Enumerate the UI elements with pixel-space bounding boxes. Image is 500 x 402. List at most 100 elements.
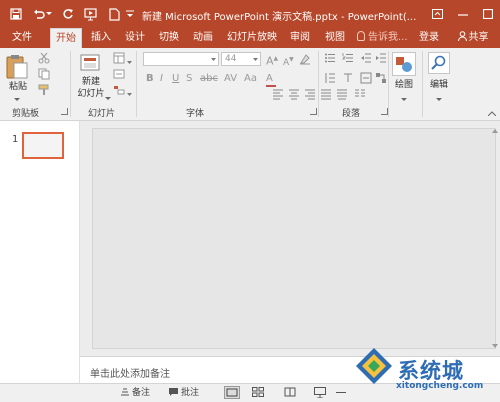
slide-canvas[interactable] bbox=[92, 128, 496, 349]
shadow-icon[interactable]: S bbox=[186, 73, 192, 85]
reading-view-icon[interactable] bbox=[284, 387, 296, 400]
tab-animations[interactable]: 动画 bbox=[188, 28, 218, 48]
reset-icon[interactable] bbox=[113, 68, 125, 80]
editing-button[interactable]: 编辑 bbox=[424, 80, 454, 91]
tell-me-search[interactable]: 告诉我... bbox=[357, 28, 408, 48]
tab-review[interactable]: 审阅 bbox=[285, 28, 315, 48]
undo-dropdown-icon[interactable] bbox=[44, 0, 54, 28]
login-button[interactable]: 登录 bbox=[414, 28, 444, 48]
copy-icon[interactable] bbox=[38, 68, 50, 80]
align-right-icon[interactable] bbox=[304, 88, 316, 100]
align-left-icon[interactable] bbox=[272, 88, 284, 100]
zoom-out-icon[interactable] bbox=[336, 392, 346, 393]
slide-thumbnail[interactable] bbox=[22, 132, 64, 159]
tab-home[interactable]: 开始 bbox=[50, 28, 82, 48]
clipboard-group-label: 剪贴板 bbox=[12, 109, 40, 119]
customize-icon[interactable] bbox=[124, 0, 136, 28]
section-icon[interactable] bbox=[113, 84, 125, 96]
window-title: 新建 Microsoft PowerPoint 演示文稿.pptx - Powe… bbox=[142, 12, 417, 23]
new-slide-icon[interactable] bbox=[80, 52, 102, 74]
clipboard-launcher-icon[interactable] bbox=[61, 108, 68, 115]
save-icon[interactable] bbox=[6, 0, 26, 28]
bold-icon[interactable]: B bbox=[146, 73, 154, 85]
format-painter-icon[interactable] bbox=[38, 84, 50, 96]
bullets-icon[interactable] bbox=[324, 52, 336, 64]
tab-design[interactable]: 设计 bbox=[120, 28, 150, 48]
text-direction-icon[interactable] bbox=[342, 72, 354, 84]
justify-icon[interactable] bbox=[320, 88, 332, 100]
align-center-icon[interactable] bbox=[288, 88, 300, 100]
slide-number: 1 bbox=[12, 134, 19, 145]
slideshow-view-icon[interactable] bbox=[314, 387, 326, 401]
paste-dropdown-icon[interactable] bbox=[14, 94, 20, 105]
share-button[interactable]: 共享 bbox=[448, 28, 498, 48]
line-spacing-icon[interactable] bbox=[324, 72, 336, 84]
italic-icon[interactable]: I bbox=[160, 73, 163, 85]
tab-file[interactable]: 文件 bbox=[4, 28, 40, 48]
paragraph-group-label: 段落 bbox=[342, 109, 361, 119]
shrink-font-icon[interactable]: A▼ bbox=[283, 54, 294, 69]
maximize-icon[interactable] bbox=[476, 0, 500, 28]
font-color-swatch bbox=[266, 85, 276, 87]
font-color-icon[interactable]: A bbox=[266, 73, 273, 85]
slide-sorter-icon[interactable] bbox=[252, 387, 264, 400]
clipboard-icon[interactable] bbox=[6, 54, 28, 80]
tab-insert[interactable]: 插入 bbox=[86, 28, 116, 48]
font-launcher-icon[interactable] bbox=[310, 108, 317, 115]
grow-font-icon[interactable]: A▲ bbox=[266, 53, 278, 68]
smartart-icon[interactable] bbox=[375, 72, 387, 84]
present-icon[interactable] bbox=[80, 0, 100, 28]
paste-button[interactable]: 粘贴 bbox=[6, 82, 30, 93]
vertical-scrollbar[interactable] bbox=[492, 128, 498, 349]
paragraph-launcher-icon[interactable] bbox=[381, 108, 388, 115]
comment-icon[interactable] bbox=[168, 387, 179, 400]
distributed-icon[interactable] bbox=[336, 88, 348, 100]
ribbon-display-icon[interactable] bbox=[425, 0, 449, 28]
shapes-icon[interactable] bbox=[392, 52, 416, 76]
collapse-ribbon-icon[interactable] bbox=[487, 108, 497, 119]
notes-button[interactable]: 备注 bbox=[132, 388, 150, 399]
find-icon[interactable] bbox=[428, 52, 450, 74]
new-slide-dropdown-icon[interactable] bbox=[105, 93, 111, 104]
font-name-combo[interactable] bbox=[143, 52, 219, 66]
watermark-url: xitongcheng.com bbox=[396, 381, 484, 391]
new-doc-icon[interactable] bbox=[104, 0, 124, 28]
editing-dropdown-icon[interactable] bbox=[436, 94, 442, 105]
ribbon-tab-row: 文件 开始 插入 设计 切换 动画 幻灯片放映 审阅 视图 告诉我... 登录 … bbox=[0, 28, 500, 48]
font-size-value: 44 bbox=[225, 54, 237, 64]
layout-dropdown-icon[interactable] bbox=[127, 56, 132, 67]
notes-icon[interactable] bbox=[120, 387, 130, 400]
new-slide-label[interactable]: 新建 bbox=[76, 77, 106, 88]
normal-view-icon[interactable] bbox=[224, 386, 240, 399]
align-text-icon[interactable] bbox=[360, 72, 372, 84]
columns-icon[interactable] bbox=[354, 88, 366, 100]
font-size-combo[interactable]: 44 bbox=[221, 52, 261, 66]
char-spacing-icon[interactable]: AV bbox=[224, 73, 237, 85]
drawing-button[interactable]: 绘图 bbox=[390, 80, 418, 91]
section-dropdown-icon[interactable] bbox=[127, 88, 132, 99]
slides-pane bbox=[0, 121, 80, 383]
underline-icon[interactable]: U bbox=[172, 73, 179, 85]
clear-format-icon[interactable] bbox=[299, 53, 311, 65]
increase-indent-icon[interactable] bbox=[375, 52, 387, 64]
drawing-dropdown-icon[interactable] bbox=[401, 94, 407, 105]
numbering-icon[interactable] bbox=[342, 52, 354, 64]
comments-button[interactable]: 批注 bbox=[181, 388, 199, 399]
share-label: 共享 bbox=[468, 32, 489, 43]
chevron-down-icon bbox=[208, 53, 218, 65]
tab-view[interactable]: 视图 bbox=[320, 28, 350, 48]
change-case-icon[interactable]: Aa bbox=[244, 73, 257, 85]
slides-group-label: 幻灯片 bbox=[88, 109, 116, 119]
group-separator bbox=[70, 51, 71, 117]
layout-icon[interactable] bbox=[113, 52, 125, 64]
tab-slideshow[interactable]: 幻灯片放映 bbox=[223, 28, 281, 48]
new-slide-button[interactable]: 幻灯片 bbox=[74, 89, 108, 100]
minimize-icon[interactable] bbox=[451, 0, 475, 28]
decrease-indent-icon[interactable] bbox=[360, 52, 372, 64]
person-icon bbox=[457, 29, 467, 49]
tab-transitions[interactable]: 切换 bbox=[154, 28, 184, 48]
strikethrough-icon[interactable]: abc bbox=[200, 73, 218, 85]
cut-icon[interactable] bbox=[38, 52, 50, 64]
chevron-down-icon bbox=[250, 53, 260, 65]
redo-icon[interactable] bbox=[58, 0, 78, 28]
